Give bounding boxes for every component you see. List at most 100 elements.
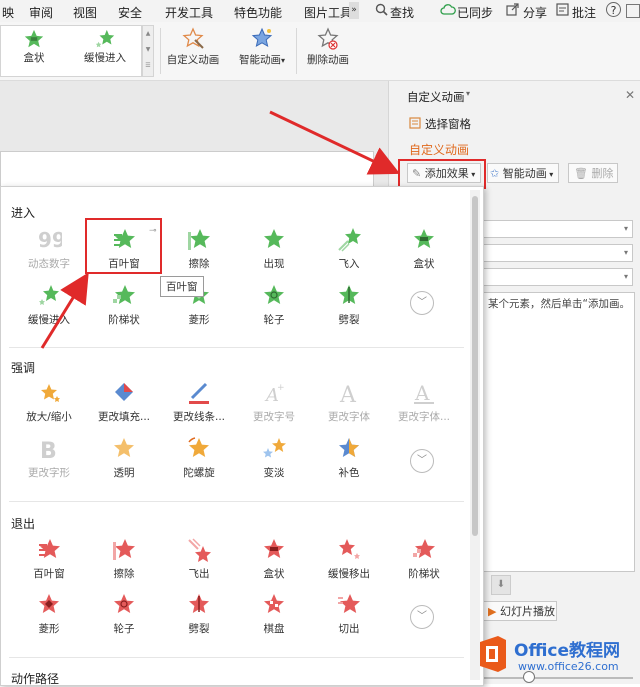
effect-slow-out[interactable]: 缓慢移出 (313, 537, 385, 581)
delete-animation-label: 删除动画 (307, 54, 349, 66)
effect-label: 轮子 (113, 623, 135, 635)
effect-change-font[interactable]: A 更改字体 (313, 380, 385, 424)
play-icon: ▶ (488, 605, 497, 618)
gallery-scroll[interactable]: ▲ ▼ ☰ (142, 25, 154, 77)
delete-animation-icon (317, 27, 339, 50)
effect-slow-enter[interactable]: 缓慢进入 (13, 283, 85, 327)
menu-more-button[interactable]: » (349, 2, 359, 19)
watermark-url: www.office26.com (518, 660, 619, 673)
effect-change-font-style[interactable]: B 更改字形 (13, 436, 85, 480)
menu-item-view[interactable]: 视图 (73, 4, 97, 21)
effect-transparency[interactable]: 透明 (88, 436, 160, 480)
slow-enter-icon (39, 285, 59, 305)
effect-exit-blinds[interactable]: 百叶窗 (13, 537, 85, 581)
effect-change-line[interactable]: 更改线条... (163, 380, 235, 424)
effect-complementary[interactable]: 补色 (313, 436, 385, 480)
effect-exit-split[interactable]: 劈裂 (163, 592, 235, 636)
custom-animation-button[interactable]: 自定义动画 (162, 26, 224, 67)
effect-exit-stairs[interactable]: 阶梯状 (388, 537, 460, 581)
pane-menu-caret[interactable]: ▾ (466, 89, 470, 98)
effect-cut-out[interactable]: 切出 (313, 592, 385, 636)
panel-scrollbar-thumb[interactable] (472, 196, 478, 536)
pane-close-icon[interactable]: ✕ (625, 88, 635, 102)
effect-exit-box[interactable]: 盒状 (238, 537, 310, 581)
share-icon[interactable] (506, 3, 520, 19)
gallery-item-slow-enter[interactable]: 缓慢进入 (77, 28, 133, 65)
ribbon: 盒状 缓慢进入 ▲ ▼ ☰ 自定义动画 智能动画▾ 删除动画 (0, 22, 640, 81)
menu-item-picture-tools[interactable]: 图片工具 (304, 4, 352, 21)
split-icon (339, 285, 359, 304)
modify-start-dropdown[interactable]: ▾ (483, 220, 633, 238)
section-emphasis: 强调 (11, 361, 36, 375)
effect-appear[interactable]: 出现 (238, 227, 310, 271)
exit-blinds-icon (39, 539, 60, 558)
effect-exit-wheel[interactable]: 轮子 (88, 592, 160, 636)
select-pane-link[interactable]: 选择窗格 (425, 116, 471, 132)
effect-split[interactable]: 劈裂 (313, 283, 385, 327)
select-pane-icon[interactable] (409, 117, 421, 132)
appear-icon (264, 229, 284, 248)
modify-speed-dropdown[interactable]: ▾ (483, 268, 633, 286)
effect-checkerboard[interactable]: 棋盘 (238, 592, 310, 636)
animation-list[interactable]: 某个元素，然后单击“添加画。 (483, 292, 635, 572)
restore-icon[interactable] (626, 4, 640, 18)
menu-item-comment[interactable]: 批注 (572, 4, 596, 21)
effect-lighten[interactable]: 变淡 (238, 436, 310, 480)
effect-label: 盒状 (263, 568, 285, 580)
effect-change-font-color[interactable]: A 更改字体... (388, 380, 460, 424)
help-icon[interactable]: ? (606, 2, 621, 17)
menu-item-security[interactable]: 安全 (118, 4, 142, 21)
effect-box[interactable]: 盒状 (388, 227, 460, 271)
smart-animation-button[interactable]: 智能动画▾ (232, 26, 292, 67)
smart-animation-label: 智能动画 (238, 54, 281, 66)
menu-item-features[interactable]: 特色功能 (234, 4, 282, 21)
effect-label: 擦除 (188, 258, 210, 270)
effect-grow-shrink[interactable]: 放大/缩小 (13, 380, 85, 424)
pane-smart-animation-button[interactable]: ✩ 智能动画 ▾ (487, 163, 559, 183)
effect-label: 更改字体... (397, 411, 450, 423)
delete-animation-button[interactable]: 删除动画 (300, 26, 356, 67)
pane-delete-button[interactable]: 🗑 删除 (568, 163, 618, 183)
effect-fly-out[interactable]: 飞出 (163, 537, 235, 581)
custom-animation-icon (182, 27, 204, 49)
effect-label: 更改字体 (328, 411, 370, 423)
menu-item-find[interactable]: 查找 (390, 4, 414, 21)
enter-more-button[interactable]: ﹀ (410, 291, 434, 315)
menu-item-dev-tools[interactable]: 开发工具 (165, 4, 213, 21)
menu-item-review[interactable]: 审阅 (29, 4, 53, 21)
trash-icon: 🗑 (574, 167, 588, 180)
effect-fly-in[interactable]: 飞入 (313, 227, 385, 271)
effect-stairs[interactable]: 阶梯状 (88, 283, 160, 327)
effect-wheel[interactable]: 轮子 (238, 283, 310, 327)
office-logo-icon (476, 634, 510, 674)
exit-more-button[interactable]: ﹀ (410, 605, 434, 629)
effect-label: 百叶窗 (33, 568, 65, 580)
reorder-down-button[interactable]: ⬇ (491, 575, 511, 595)
effect-exit-diamond[interactable]: 菱形 (13, 592, 85, 636)
effect-label: 菱形 (38, 623, 60, 635)
effect-label: 陀螺旋 (183, 467, 215, 479)
effect-label: 轮子 (263, 314, 285, 326)
effect-wipe[interactable]: 擦除 (163, 227, 235, 271)
comment-icon[interactable] (556, 3, 569, 19)
menu-item-synced[interactable]: 已同步 (457, 4, 493, 21)
effect-change-fill[interactable]: 更改填充... (88, 380, 160, 424)
effect-change-font-size[interactable]: A + 更改字号 (238, 380, 310, 424)
effect-label: 更改字号 (253, 411, 295, 423)
custom-animation-label: 自定义动画 (166, 54, 220, 66)
slideshow-button[interactable]: ▶ 幻灯片播放 (483, 601, 557, 621)
effect-dynamic-number[interactable]: 99 动态数字 (13, 227, 85, 271)
gallery-item-box[interactable]: 盒状 (9, 28, 59, 65)
animation-gallery: 盒状 缓慢进入 (0, 25, 142, 77)
menu-item-1[interactable]: 映 (2, 4, 14, 21)
effect-exit-wipe[interactable]: 擦除 (88, 537, 160, 581)
menu-item-share[interactable]: 分享 (523, 4, 547, 21)
dynamic-number-icon: 99 (38, 228, 62, 252)
emphasis-more-button[interactable]: ﹀ (410, 449, 434, 473)
cloud-sync-icon[interactable] (440, 3, 456, 19)
modify-property-dropdown[interactable]: ▾ (483, 244, 633, 262)
effect-spin[interactable]: 陀螺旋 (163, 436, 235, 480)
search-icon[interactable] (375, 3, 388, 19)
exit-diamond-icon (39, 594, 59, 613)
effect-label: 飞入 (338, 258, 360, 270)
